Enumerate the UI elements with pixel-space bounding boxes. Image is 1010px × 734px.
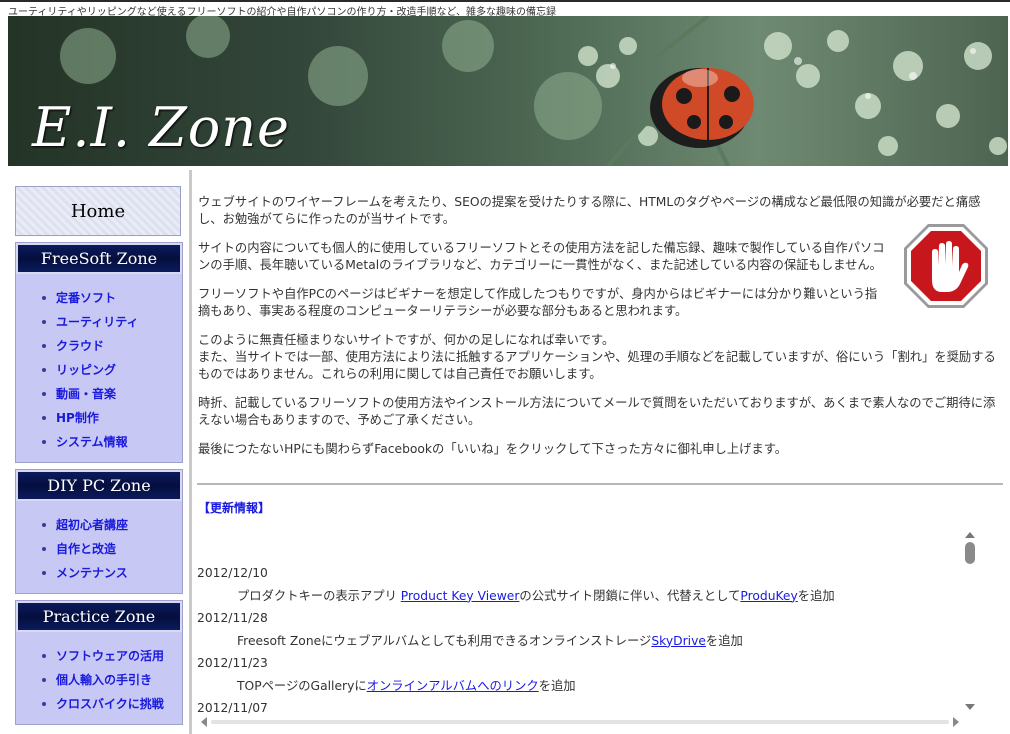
stop-hand-icon <box>904 224 988 308</box>
nav-link[interactable]: ソフトウェアの活用 <box>40 644 182 668</box>
nav-link[interactable]: 個人輸入の手引き <box>40 668 182 692</box>
scroll-right-arrow-icon[interactable] <box>953 717 959 727</box>
updates-heading: 【更新情報】 <box>198 501 271 515</box>
update-date: 2012/11/07 <box>197 701 268 714</box>
intro-line: このように無責任極まりないサイトですが、何かの足しになれば幸いです。 <box>198 333 615 347</box>
zone-title[interactable]: FreeSoft Zone <box>16 243 182 274</box>
top-border <box>0 0 1010 2</box>
update-text-part: を追加 <box>705 633 743 648</box>
intro-section: ウェブサイトのワイヤーフレームを考えたり、SEOの提案を受けたりする際に、HTM… <box>198 194 1004 470</box>
nav-link[interactable]: 自作と改造 <box>40 537 182 561</box>
nav-link[interactable]: クロスバイクに挑戦 <box>40 692 182 716</box>
intro-paragraph: 時折、記載しているフリーソフトの使用方法やインストール方法についてメールで質問を… <box>198 396 996 427</box>
scroll-track[interactable] <box>211 720 949 724</box>
update-text-part: を追加 <box>797 588 835 603</box>
home-button[interactable]: Home <box>15 186 181 236</box>
update-text-part: Freesoft Zoneにウェブアルバムとしても利用できるオンラインストレージ <box>237 633 652 648</box>
header-banner: E.I. Zone <box>8 16 1008 166</box>
skydrive-link[interactable]: SkyDrive <box>651 634 706 648</box>
intro-paragraph: サイトの内容についても個人的に使用しているフリーソフトとその使用方法を記した備忘… <box>198 241 885 272</box>
update-date: 2012/11/28 <box>197 611 268 625</box>
nav-link[interactable]: クラウド <box>40 334 182 358</box>
nav-link[interactable]: 超初心者講座 <box>40 513 182 537</box>
nav-link[interactable]: ユーティリティ <box>40 310 182 334</box>
updates-list[interactable]: 2012/12/10 プロダクトキーの表示アプリ Product Key Vie… <box>197 562 957 714</box>
update-date: 2012/11/23 <box>197 656 268 670</box>
update-text: Freesoft Zoneにウェブアルバムとしても利用できるオンラインストレージ… <box>197 630 957 653</box>
section-divider <box>197 483 1003 485</box>
scroll-thumb[interactable] <box>965 542 975 564</box>
zone-menu: 定番ソフト ユーティリティ クラウド リッピング 動画・音楽 HP制作 システム… <box>16 274 182 462</box>
site-logo[interactable]: E.I. Zone <box>32 96 290 159</box>
diy-pc-zone: DIY PC Zone 超初心者講座 自作と改造 メンテナンス <box>15 469 183 594</box>
product-key-viewer-link[interactable]: Product Key Viewer <box>401 589 520 603</box>
intro-paragraph: このように無責任極まりないサイトですが、何かの足しになれば幸いです。また、当サイ… <box>198 332 1004 383</box>
intro-line: また、当サイトでは一部、使用方法により法に抵触するアプリケーションや、処理の手順… <box>198 350 996 381</box>
update-text-part: を追加 <box>538 678 576 693</box>
update-text-part: TOPページのGalleryに <box>237 678 367 693</box>
nav-link[interactable]: 動画・音楽 <box>40 382 182 406</box>
nav-link[interactable]: メンテナンス <box>40 561 182 585</box>
update-text: TOPページのGalleryにオンラインアルバムへのリンクを追加 <box>197 675 957 698</box>
update-text-part: の公式サイト閉鎖に伴い、代替えとして <box>519 588 741 603</box>
zone-title[interactable]: Practice Zone <box>16 601 182 632</box>
zone-menu: 超初心者講座 自作と改造 メンテナンス <box>16 501 182 593</box>
zone-menu: ソフトウェアの活用 個人輸入の手引き クロスバイクに挑戦 <box>16 632 182 724</box>
nav-link[interactable]: 定番ソフト <box>40 286 182 310</box>
intro-paragraph: ウェブサイトのワイヤーフレームを考えたり、SEOの提案を受けたりする際に、HTM… <box>198 195 981 226</box>
nav-link[interactable]: システム情報 <box>40 430 182 454</box>
practice-zone: Practice Zone ソフトウェアの活用 個人輸入の手引き クロスバイクに… <box>15 600 183 725</box>
update-text-part: プロダクトキーの表示アプリ <box>237 588 401 603</box>
intro-paragraph: 最後につたないHPにも関わらずFacebookの「いいね」をクリックして下さった… <box>198 442 788 456</box>
updates-vertical-scrollbar[interactable] <box>963 530 977 720</box>
nav-link[interactable]: リッピング <box>40 358 182 382</box>
scroll-up-arrow-icon[interactable] <box>965 532 975 538</box>
update-text: プロダクトキーの表示アプリ Product Key Viewerの公式サイト閉鎖… <box>197 585 957 608</box>
sidebar-nav: Home FreeSoft Zone 定番ソフト ユーティリティ クラウド リッ… <box>15 186 183 734</box>
online-album-link[interactable]: オンラインアルバムへのリンク <box>367 679 539 693</box>
scroll-down-arrow-icon[interactable] <box>965 704 975 710</box>
column-divider <box>189 170 192 734</box>
produkey-link[interactable]: ProduKey <box>740 589 797 603</box>
updates-horizontal-scrollbar[interactable] <box>199 715 961 729</box>
intro-paragraph: フリーソフトや自作PCのページはビギナーを想定して作成したつもりですが、身内から… <box>198 287 878 318</box>
zone-title[interactable]: DIY PC Zone <box>16 470 182 501</box>
nav-link[interactable]: HP制作 <box>40 406 182 430</box>
scroll-left-arrow-icon[interactable] <box>201 717 207 727</box>
freesoft-zone: FreeSoft Zone 定番ソフト ユーティリティ クラウド リッピング 動… <box>15 242 183 463</box>
update-date: 2012/12/10 <box>197 566 268 580</box>
